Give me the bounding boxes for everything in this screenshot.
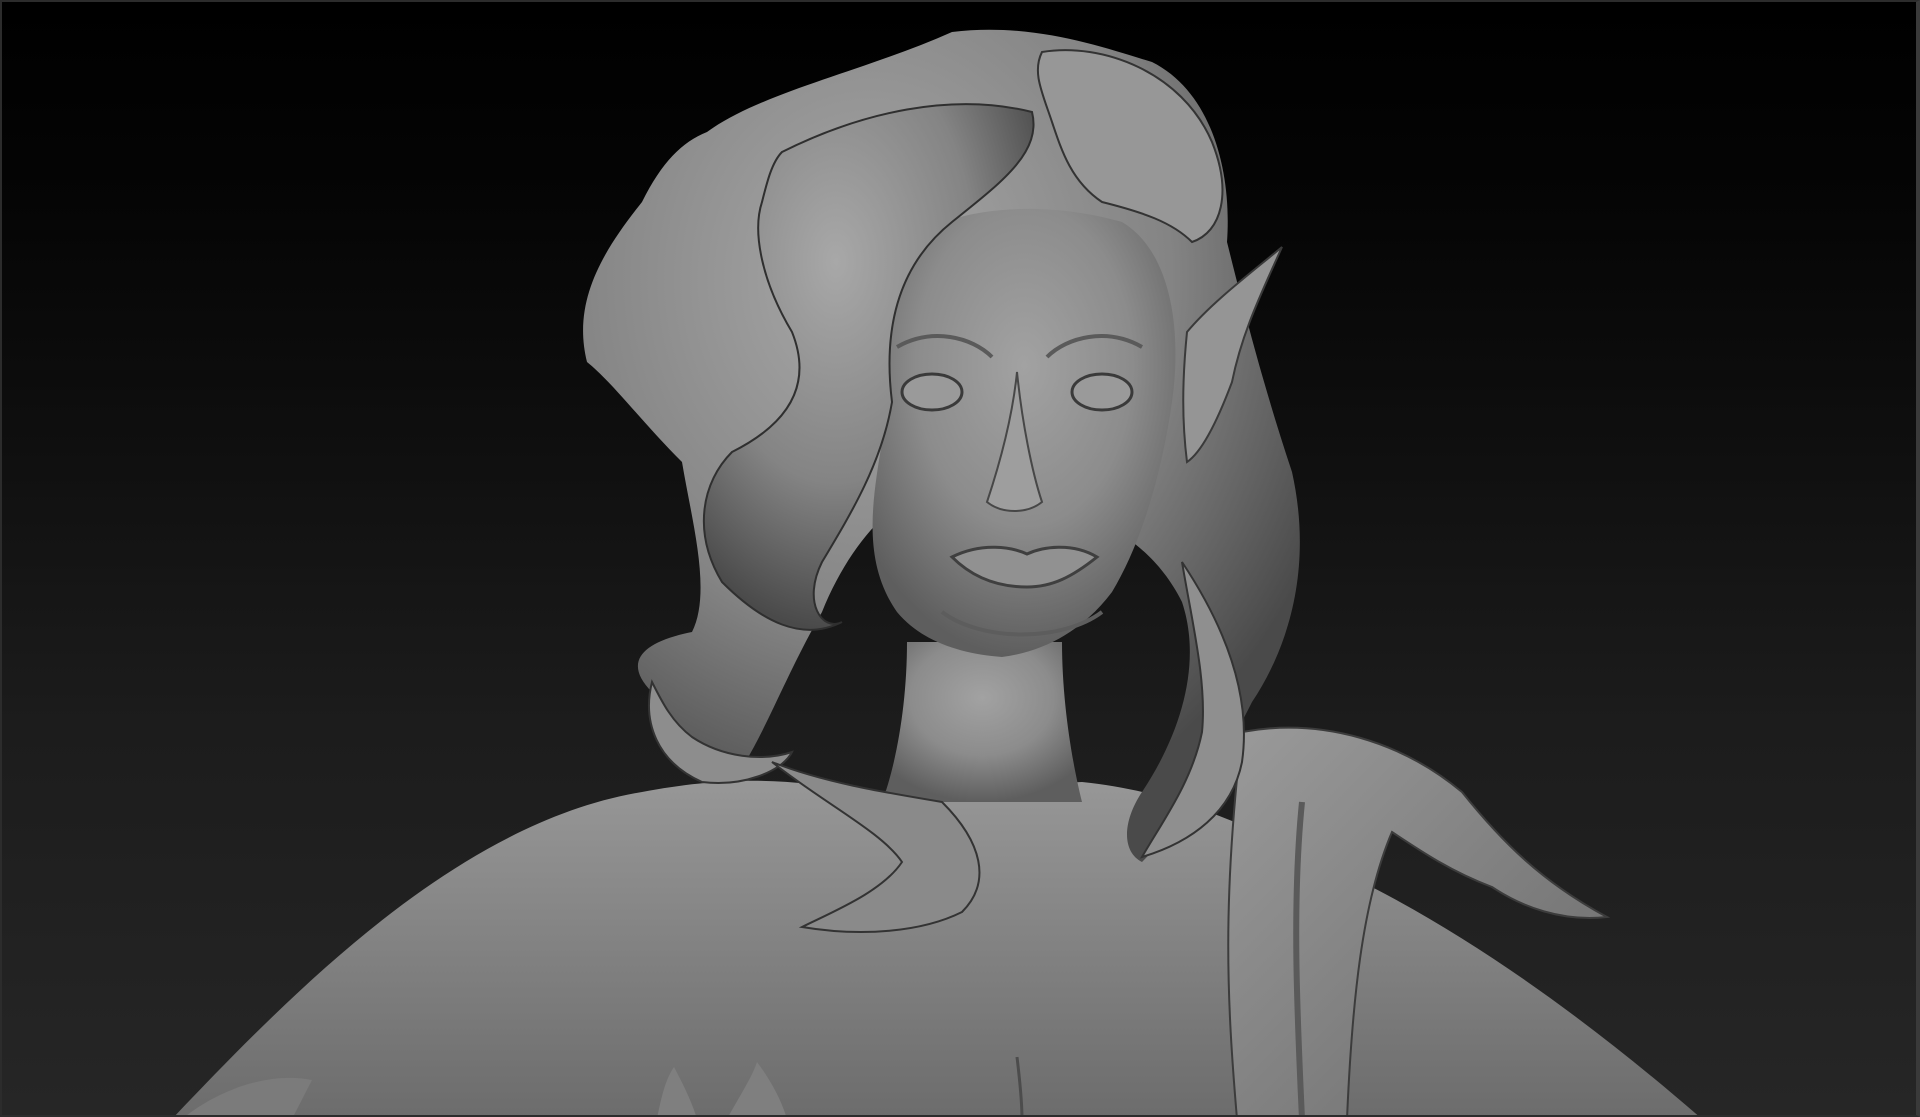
model-right-eye (1070, 372, 1134, 412)
sculpt-viewport[interactable] (0, 0, 1920, 1117)
model-neck (882, 642, 1082, 802)
sculpt-model-icon (175, 29, 1698, 1115)
model-left-eye (900, 372, 964, 412)
